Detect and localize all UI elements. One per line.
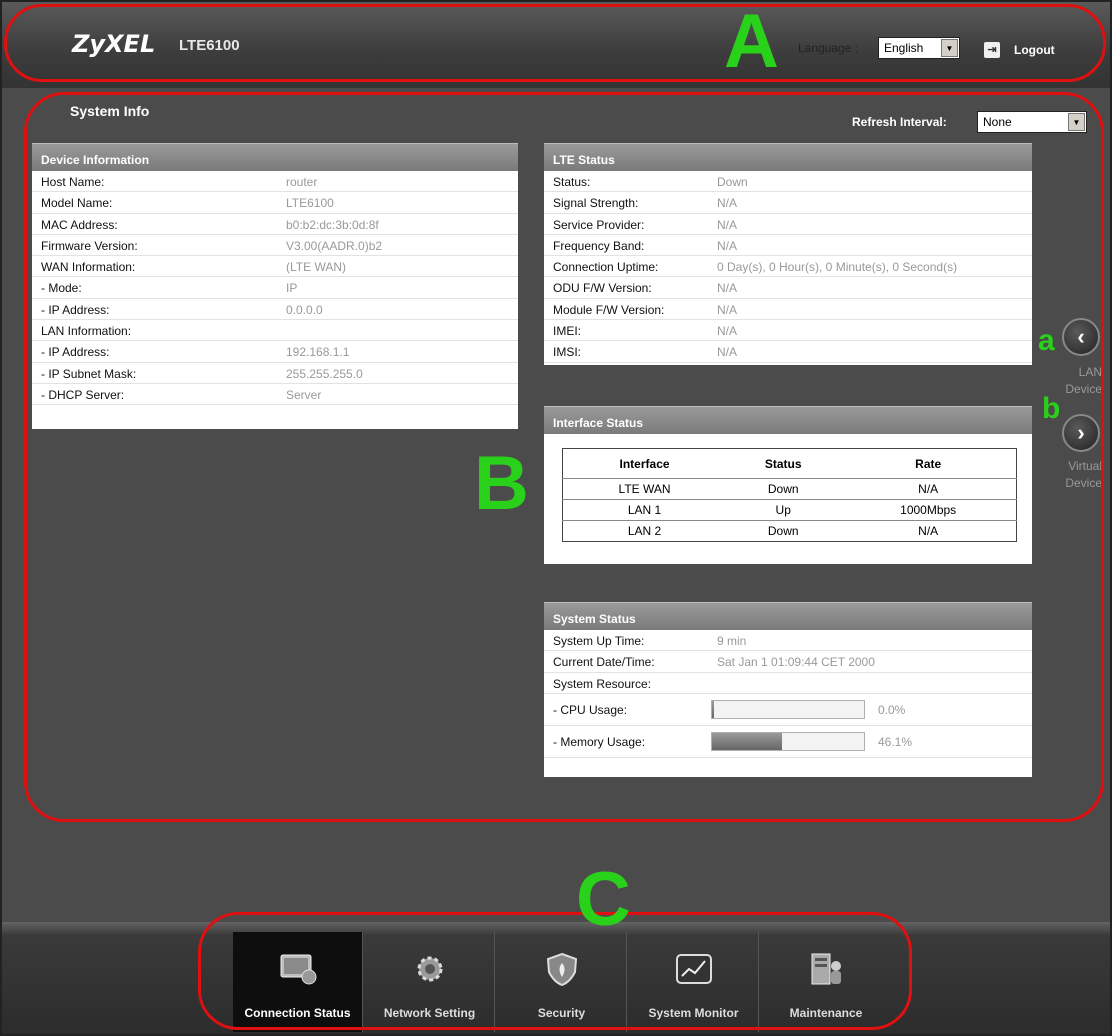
callout-region-c [198,912,912,1030]
annotation-letter-c: C [576,857,631,942]
annotation-letter-b: B [474,441,529,526]
callout-region-b [24,92,1104,822]
app-window: ZyXEL LTE6100 Language : English ▼ ⇥ Log… [0,0,1112,1036]
annotation-letter-a: A [724,0,779,84]
callout-region-a [4,4,1106,82]
annotation-letter-small-b: b [1042,392,1061,425]
annotation-letter-small-a: a [1038,324,1055,357]
